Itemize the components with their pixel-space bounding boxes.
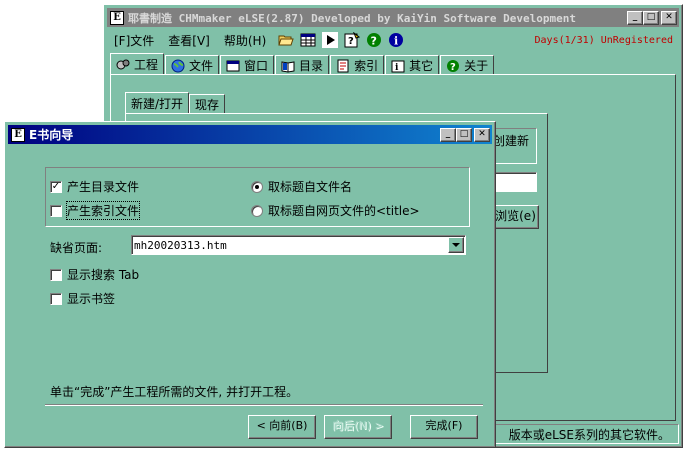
title-from-filename-option[interactable]: 取标题自文件名 (251, 178, 352, 195)
show-search-checkbox[interactable] (50, 268, 62, 281)
wizard-titlebar[interactable]: E E书向导 _ □ ✕ (8, 125, 492, 144)
back-button[interactable]: < 向前(B) (248, 415, 316, 439)
browse-label: 浏览(e) (495, 209, 536, 223)
registration-status: Days(1/31) UnRegistered (534, 34, 673, 46)
title-from-filename-label: 取标题自文件名 (268, 180, 353, 194)
tab-files[interactable]: 文件 (165, 55, 220, 75)
main-tabs: 工程 文件 窗口 目录 索引 i 其它 ? 关于 (110, 53, 676, 75)
gen-toc-option[interactable]: ✓ 产生目录文件 (50, 178, 139, 195)
index-icon (337, 59, 349, 72)
svg-text:?: ? (348, 36, 354, 47)
main-window-title: 耶書制造 CHMmaker eLSE(2.87) Developed by Ka… (128, 11, 576, 25)
title-from-page-radio[interactable] (251, 204, 263, 217)
default-page-select[interactable]: mh20020313.htm (131, 235, 466, 255)
divider (45, 404, 483, 406)
tab-window[interactable]: 窗口 (220, 55, 275, 75)
tab-new-open[interactable]: 新建/打开 (125, 92, 190, 114)
gen-index-label: 产生索引文件 (65, 201, 141, 220)
project-subtabs: 新建/打开 现存 (125, 92, 226, 114)
tab-label: 索引 (354, 59, 379, 73)
ebook-wizard-dialog: E E书向导 _ □ ✕ ✓ 产生目录文件 产生索引文件 取标题自文件名 取标题… (4, 121, 496, 448)
minimize-button[interactable]: _ (627, 10, 643, 25)
window-icon (226, 60, 240, 71)
svg-text:?: ? (371, 35, 377, 48)
svg-text:?: ? (450, 62, 456, 73)
next-button[interactable]: 向后(N) > (324, 415, 392, 439)
svg-text:i: i (395, 63, 399, 73)
show-search-option[interactable]: 显示搜索 Tab (50, 266, 139, 283)
gen-index-checkbox[interactable] (50, 204, 62, 217)
close-button[interactable]: ✕ (661, 10, 677, 25)
dropdown-button[interactable] (448, 237, 464, 253)
tab-label: 窗口 (244, 59, 269, 73)
open-folder-icon[interactable] (277, 31, 295, 49)
tab-toc[interactable]: 目录 (275, 55, 330, 75)
question-icon[interactable]: ? (365, 31, 383, 49)
tab-about[interactable]: ? 关于 (440, 55, 495, 75)
browse-button[interactable]: 浏览(e) (492, 205, 539, 229)
maximize-button[interactable]: □ (643, 10, 659, 25)
svg-text:i: i (394, 35, 398, 48)
tab-label: 其它 (409, 59, 434, 73)
close-button[interactable]: ✕ (474, 127, 490, 142)
tab-other[interactable]: i 其它 (385, 55, 440, 75)
tab-label: 关于 (464, 59, 489, 73)
tab-existing[interactable]: 现存 (189, 94, 226, 114)
show-bookmarks-option[interactable]: 显示书签 (50, 290, 115, 307)
tab-project[interactable]: 工程 (110, 53, 165, 75)
wizard-title: E书向导 (29, 128, 74, 142)
gen-index-option[interactable]: 产生索引文件 (50, 201, 141, 220)
project-icon (116, 59, 130, 69)
finish-button[interactable]: 完成(F) (410, 415, 478, 439)
title-from-filename-radio[interactable] (251, 180, 263, 193)
gen-toc-label: 产生目录文件 (67, 180, 140, 194)
book-icon (281, 60, 295, 73)
chevron-down-icon (452, 243, 460, 247)
grid-icon[interactable] (299, 31, 317, 49)
menu-view[interactable]: 查看[V] (161, 32, 217, 49)
show-bookmarks-label: 显示书签 (67, 292, 116, 306)
finish-hint: 单击“完成”产生工程所需的文件, 并打开工程。 (50, 385, 299, 399)
default-page-value: mh20020313.htm (134, 238, 227, 252)
menu-file[interactable]: [F]文件 (107, 32, 161, 49)
app-icon: E (110, 10, 124, 25)
menu-help[interactable]: 帮助(H) (217, 32, 273, 49)
tab-label: 目录 (299, 59, 324, 73)
title-from-page-label: 取标题自网页文件的<title> (268, 204, 420, 218)
menubar: [F]文件 查看[V] 帮助(H) ? ? i Days(1/31) UnReg… (107, 29, 679, 51)
show-search-label: 显示搜索 Tab (67, 268, 140, 282)
default-page-label: 缺省页面: (50, 241, 103, 255)
main-titlebar[interactable]: E 耶書制造 CHMmaker eLSE(2.87) Developed by … (107, 8, 679, 27)
question-icon: ? (447, 59, 460, 73)
info-icon[interactable]: i (387, 31, 405, 49)
maximize-button[interactable]: □ (456, 127, 472, 142)
minimize-button[interactable]: _ (440, 127, 456, 142)
tab-label: 工程 (134, 58, 159, 72)
status-text: 版本或eLSE系列的其它软件。 (508, 427, 670, 442)
play-icon[interactable] (321, 31, 339, 49)
create-new-label: 创建新 (493, 134, 530, 148)
tab-index[interactable]: 索引 (330, 55, 385, 75)
other-icon: i (391, 60, 405, 73)
title-from-page-option[interactable]: 取标题自网页文件的<title> (251, 202, 420, 219)
show-bookmarks-checkbox[interactable] (50, 292, 62, 305)
gen-toc-checkbox[interactable]: ✓ (50, 180, 62, 193)
app-icon: E (11, 127, 25, 142)
help-pointer-icon[interactable]: ? (343, 31, 361, 49)
tab-label: 文件 (189, 59, 214, 73)
project-path-input[interactable] (492, 172, 537, 192)
globe-icon (171, 59, 185, 72)
